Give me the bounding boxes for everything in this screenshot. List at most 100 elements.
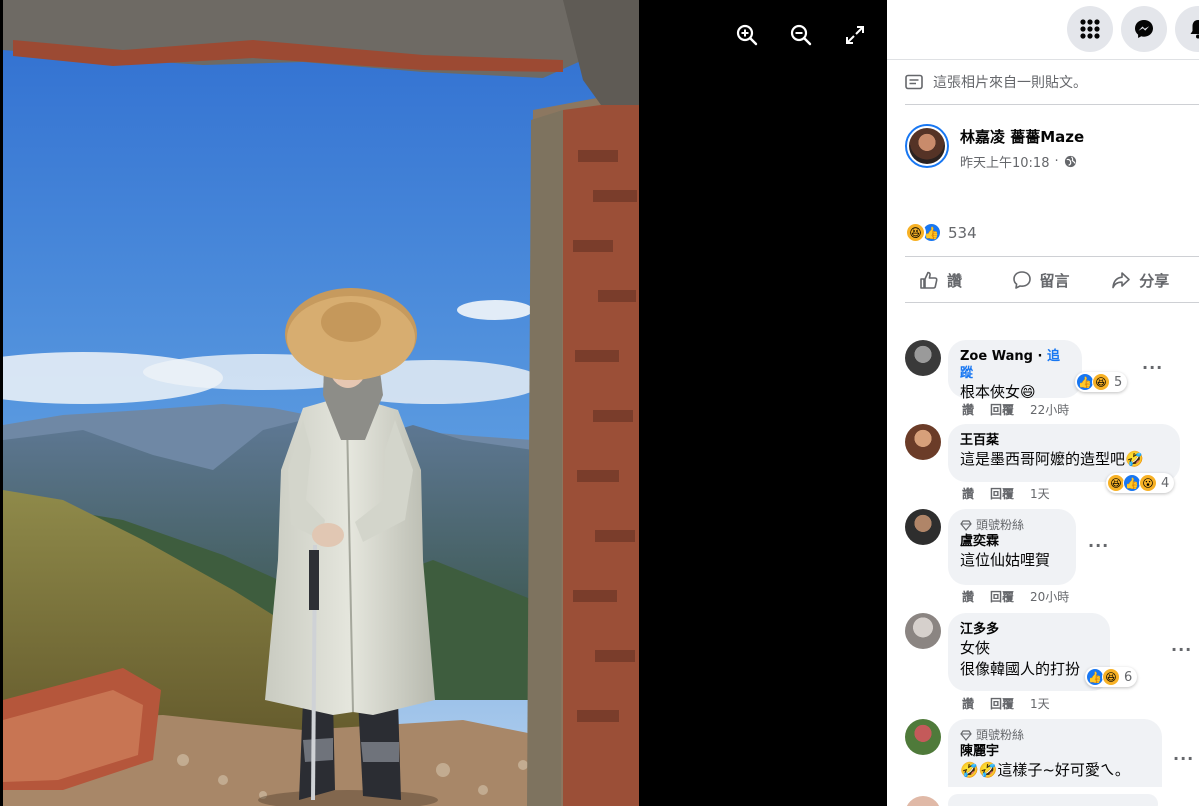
comment-text-line: 很像韓國人的打扮 <box>960 660 1081 678</box>
comment-time[interactable]: 20小時 <box>1030 588 1069 605</box>
comment-text-line: 女俠 <box>960 639 991 657</box>
comment-item: 頭號粉絲 盧奕霖 這位仙姑哩賀 ··· 讚 回覆 20小時 <box>905 509 1199 609</box>
comment-time[interactable]: 1天 <box>1030 485 1050 502</box>
post-source-text: 這張相片來自一則貼文。 <box>933 75 1087 91</box>
wow-reaction-icon: 😮 <box>1139 474 1157 492</box>
like-label: 讚 <box>947 271 963 290</box>
comment-like-link[interactable]: 讚 <box>962 695 974 712</box>
commenter-name-row: Zoe Wang · 追蹤 <box>960 348 1070 382</box>
comment-reactions[interactable]: 👍 😆 6 <box>1085 667 1138 687</box>
fullscreen-button[interactable] <box>836 18 874 52</box>
comment-more-button[interactable]: ··· <box>1088 536 1109 555</box>
haha-reaction-icon: 😆 <box>1092 373 1110 391</box>
comment-bubble: 頭號粉絲 盧奕霖 這位仙姑哩賀 <box>948 509 1076 585</box>
comment-text: 這是墨西哥阿嬤的造型吧🤣 <box>960 450 1144 468</box>
top-bar <box>887 0 1199 60</box>
post-icon <box>905 74 923 90</box>
top-fan-badge: 頭號粉絲 <box>976 728 1025 742</box>
comment-more-button[interactable]: ··· <box>1142 358 1163 377</box>
globe-icon <box>1064 155 1076 168</box>
commenter-name[interactable]: 盧奕霖 <box>960 533 1064 550</box>
comment-reply-link[interactable]: 回覆 <box>990 485 1014 502</box>
comment-reaction-count: 5 <box>1114 374 1123 390</box>
comment-text: 根本俠女😄 <box>960 383 1036 401</box>
haha-reaction-icon: 😆 <box>905 222 926 243</box>
post-time[interactable]: 昨天上午10:18 <box>960 152 1049 171</box>
commenter-name[interactable]: 江多多 <box>960 621 1098 638</box>
top-fan-badge-row: 頭號粉絲 <box>960 517 1064 533</box>
commenter-avatar[interactable] <box>905 509 941 545</box>
separator-dot: · <box>1054 154 1059 169</box>
comment-reply-link[interactable]: 回覆 <box>990 401 1014 418</box>
commenter-avatar[interactable] <box>905 340 941 376</box>
comment-reply-link[interactable]: 回覆 <box>990 695 1014 712</box>
share-label: 分享 <box>1139 271 1170 290</box>
menu-grid-icon <box>1080 19 1100 39</box>
bell-icon <box>1190 20 1199 39</box>
zoom-in-icon <box>736 24 758 46</box>
divider <box>905 256 1199 257</box>
commenter-name[interactable]: Zoe Wang <box>960 349 1033 364</box>
share-button[interactable]: 分享 <box>1105 258 1199 302</box>
commenter-avatar[interactable] <box>905 719 941 755</box>
comment-more-button[interactable]: ··· <box>1173 749 1194 768</box>
post-photo[interactable] <box>3 0 639 806</box>
diamond-icon <box>960 519 972 531</box>
comment-icon <box>1012 271 1031 289</box>
commenter-name[interactable]: 陳麗宇 <box>960 743 1150 760</box>
comment-bubble: Zoe Wang · 追蹤 根本俠女😄 <box>948 340 1082 401</box>
commenter-name[interactable]: 王百棻 <box>960 432 1168 449</box>
comment-item: 頭號粉絲 陳麗宇 🤣🤣這樣子~好可愛ㄟ。 ··· <box>905 719 1199 789</box>
divider <box>905 104 1199 105</box>
comment-reactions[interactable]: 😆 👍 😮 4 <box>1106 473 1175 493</box>
post-author: 林嘉凌 薔薔Maze 昨天上午10:18 · <box>905 124 1084 171</box>
zoom-out-button[interactable] <box>782 18 820 52</box>
comment-reactions[interactable]: 👍 😆 5 <box>1075 372 1128 392</box>
comment-item: 江多多 女俠 很像韓國人的打扮 👍 😆 6 ··· 讚 回覆 1天 <box>905 613 1199 715</box>
comment-bubble <box>948 794 1158 806</box>
share-icon <box>1112 272 1131 289</box>
comment-button[interactable]: 留言 <box>1006 258 1106 302</box>
comment-like-link[interactable]: 讚 <box>962 588 974 605</box>
notifications-button[interactable] <box>1175 6 1199 52</box>
comment-label: 留言 <box>1039 271 1070 290</box>
comment-time[interactable]: 22小時 <box>1030 401 1069 418</box>
comment-meta: 讚 回覆 22小時 <box>962 401 1069 418</box>
comment-meta: 讚 回覆 1天 <box>962 485 1050 502</box>
comment-more-button[interactable]: ··· <box>1171 640 1192 659</box>
divider <box>905 302 1199 303</box>
photo-viewer <box>0 0 887 806</box>
post-source-row[interactable]: 這張相片來自一則貼文。 <box>905 72 1087 92</box>
commenter-avatar[interactable] <box>905 796 941 806</box>
comment-reply-link[interactable]: 回覆 <box>990 588 1014 605</box>
menu-button[interactable] <box>1067 6 1113 52</box>
commenter-avatar[interactable] <box>905 424 941 460</box>
comment-like-link[interactable]: 讚 <box>962 401 974 418</box>
top-fan-badge: 頭號粉絲 <box>976 518 1025 532</box>
top-fan-badge-row: 頭號粉絲 <box>960 727 1150 743</box>
messenger-icon <box>1135 20 1153 38</box>
separator-dot: · <box>1037 349 1043 364</box>
comment-meta: 讚 回覆 1天 <box>962 695 1050 712</box>
comment-meta: 讚 回覆 20小時 <box>962 588 1069 605</box>
comment-like-link[interactable]: 讚 <box>962 485 974 502</box>
comment-item: Zoe Wang · 追蹤 根本俠女😄 👍 😆 5 ··· 讚 回覆 22小時 <box>905 340 1199 420</box>
author-name[interactable]: 林嘉凌 薔薔Maze <box>960 126 1084 147</box>
comment-text: 這位仙姑哩賀 <box>960 551 1051 569</box>
haha-reaction-icon: 😆 <box>1102 668 1120 686</box>
messenger-button[interactable] <box>1121 6 1167 52</box>
post-actions: 讚 留言 分享 <box>905 258 1199 302</box>
like-button[interactable]: 讚 <box>905 258 1006 302</box>
author-avatar[interactable] <box>905 124 949 168</box>
comment-reaction-count: 4 <box>1161 475 1170 491</box>
zoom-in-button[interactable] <box>728 18 766 52</box>
comment-time[interactable]: 1天 <box>1030 695 1050 712</box>
post-timestamp-row: 昨天上午10:18 · <box>960 152 1084 171</box>
zoom-out-icon <box>790 24 812 46</box>
comment-item: 王百棻 這是墨西哥阿嬤的造型吧🤣 😆 👍 😮 4 讚 回覆 1天 <box>905 424 1199 508</box>
post-reactions[interactable]: 😆 👍 534 <box>905 222 977 243</box>
fullscreen-icon <box>846 26 864 44</box>
commenter-avatar[interactable] <box>905 613 941 649</box>
post-panel: 這張相片來自一則貼文。 林嘉凌 薔薔Maze 昨天上午10:18 · 😆 👍 5… <box>887 0 1199 806</box>
comment-text: 🤣🤣這樣子~好可愛ㄟ。 <box>960 761 1130 779</box>
